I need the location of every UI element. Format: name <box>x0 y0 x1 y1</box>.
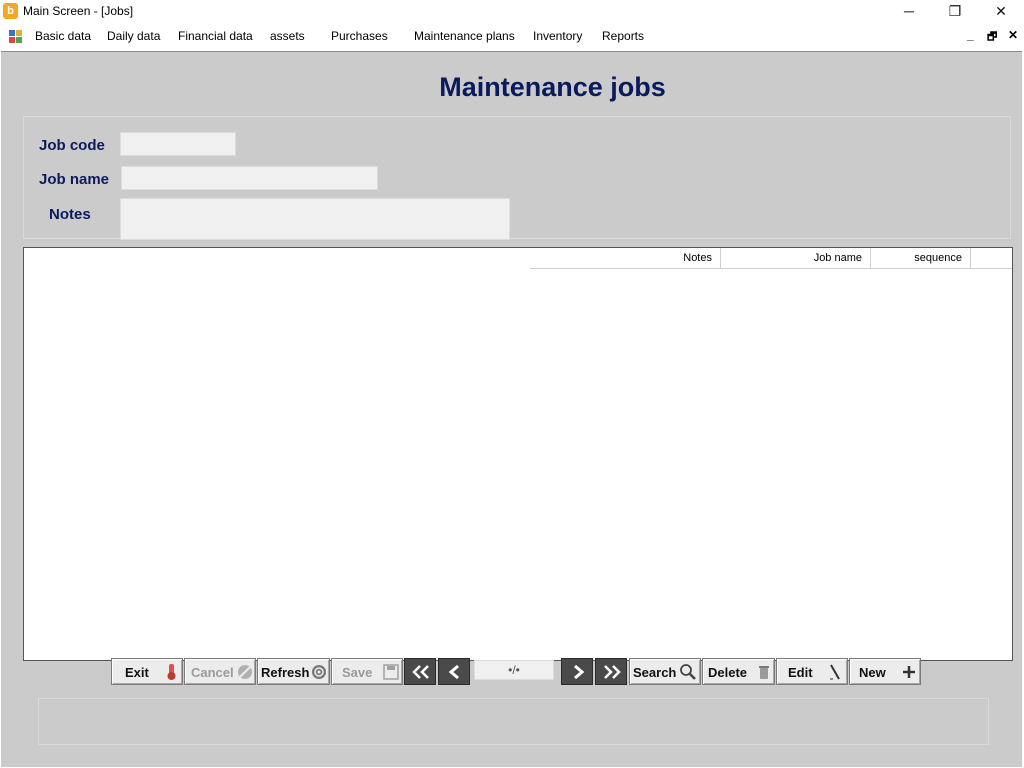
job-name-label: Job name <box>39 171 110 188</box>
next-record-button[interactable] <box>561 658 593 685</box>
double-chevron-right-icon <box>604 665 621 679</box>
notes-textarea[interactable] <box>120 198 510 240</box>
toolbar-panel <box>38 698 989 745</box>
mdi-close-button[interactable]: ✕ <box>1008 28 1018 42</box>
save-button[interactable]: Save <box>331 658 403 685</box>
thermometer-exit-icon <box>167 664 176 680</box>
edit-button-label: Edit <box>788 665 813 680</box>
page-title: Maintenance jobs <box>439 72 666 102</box>
chevron-right-icon <box>574 664 585 680</box>
chevron-left-icon <box>448 664 459 680</box>
edit-button[interactable]: Edit <box>776 658 848 685</box>
window-close-button[interactable]: ✕ <box>978 0 1024 23</box>
mdi-restore-button[interactable]: 🗗 <box>987 28 997 47</box>
mdi-child-icon[interactable] <box>9 30 23 43</box>
search-button-label: Search <box>633 665 677 680</box>
last-record-button[interactable] <box>595 658 627 685</box>
column-header-job-name[interactable]: Job name <box>721 248 871 268</box>
grid-header: Notes Job name sequence <box>530 248 1012 269</box>
double-chevron-left-icon <box>412 665 429 679</box>
job-code-label: Job code <box>39 137 105 154</box>
cancel-button-label: Cancel <box>191 665 234 680</box>
column-header-notes[interactable]: Notes <box>530 248 721 268</box>
menu-financial-data[interactable]: Financial data <box>178 29 253 43</box>
mdi-minimize-button[interactable]: _ <box>967 28 974 42</box>
delete-button[interactable]: Delete <box>702 658 775 685</box>
menu-basic-data[interactable]: Basic data <box>35 29 91 43</box>
menu-assets[interactable]: assets <box>270 29 305 43</box>
trash-icon <box>759 666 769 679</box>
window-minimize-button[interactable]: ─ <box>886 0 932 23</box>
menu-daily-data[interactable]: Daily data <box>107 29 160 43</box>
first-record-button[interactable] <box>404 658 436 685</box>
menu-inventory[interactable]: Inventory <box>533 29 582 43</box>
app-logo-icon: b <box>3 3 18 19</box>
record-position-indicator: •/• <box>474 660 554 680</box>
delete-button-label: Delete <box>708 665 748 680</box>
job-code-input[interactable] <box>120 132 236 156</box>
refresh-icon <box>312 665 326 679</box>
new-button-label: New <box>859 665 886 680</box>
search-button[interactable]: Search <box>629 658 701 685</box>
save-button-label: Save <box>342 665 373 680</box>
refresh-button[interactable]: Refresh <box>257 658 330 685</box>
save-disk-icon <box>383 664 399 680</box>
pencil-edit-icon <box>830 664 840 680</box>
menu-maintenance-plans[interactable]: Maintenance plans <box>414 29 515 43</box>
previous-record-button[interactable] <box>438 658 470 685</box>
cancel-button[interactable]: Cancel <box>184 658 256 685</box>
plus-icon <box>903 666 915 678</box>
new-button[interactable]: New <box>849 658 921 685</box>
jobs-grid[interactable]: Notes Job name sequence <box>23 247 1013 661</box>
column-header-sequence[interactable]: sequence <box>871 248 971 268</box>
window-maximize-button[interactable]: ❐ <box>932 0 978 23</box>
job-name-input[interactable] <box>121 166 378 190</box>
job-details-panel: Job code Job name Notes <box>23 116 1011 240</box>
exit-button[interactable]: Exit <box>111 658 183 685</box>
notes-label: Notes <box>49 206 91 223</box>
menu-bar: Basic data Daily data Financial data ass… <box>0 23 1024 50</box>
cancel-icon <box>238 665 252 679</box>
search-icon <box>680 664 696 680</box>
menu-reports[interactable]: Reports <box>602 29 644 43</box>
window-titlebar: b Main Screen - [Jobs] ─ ❐ ✕ <box>0 0 1024 23</box>
exit-button-label: Exit <box>125 665 149 680</box>
menu-purchases[interactable]: Purchases <box>331 29 388 43</box>
refresh-button-label: Refresh <box>261 665 310 680</box>
window-title: Main Screen - [Jobs] <box>23 4 134 18</box>
